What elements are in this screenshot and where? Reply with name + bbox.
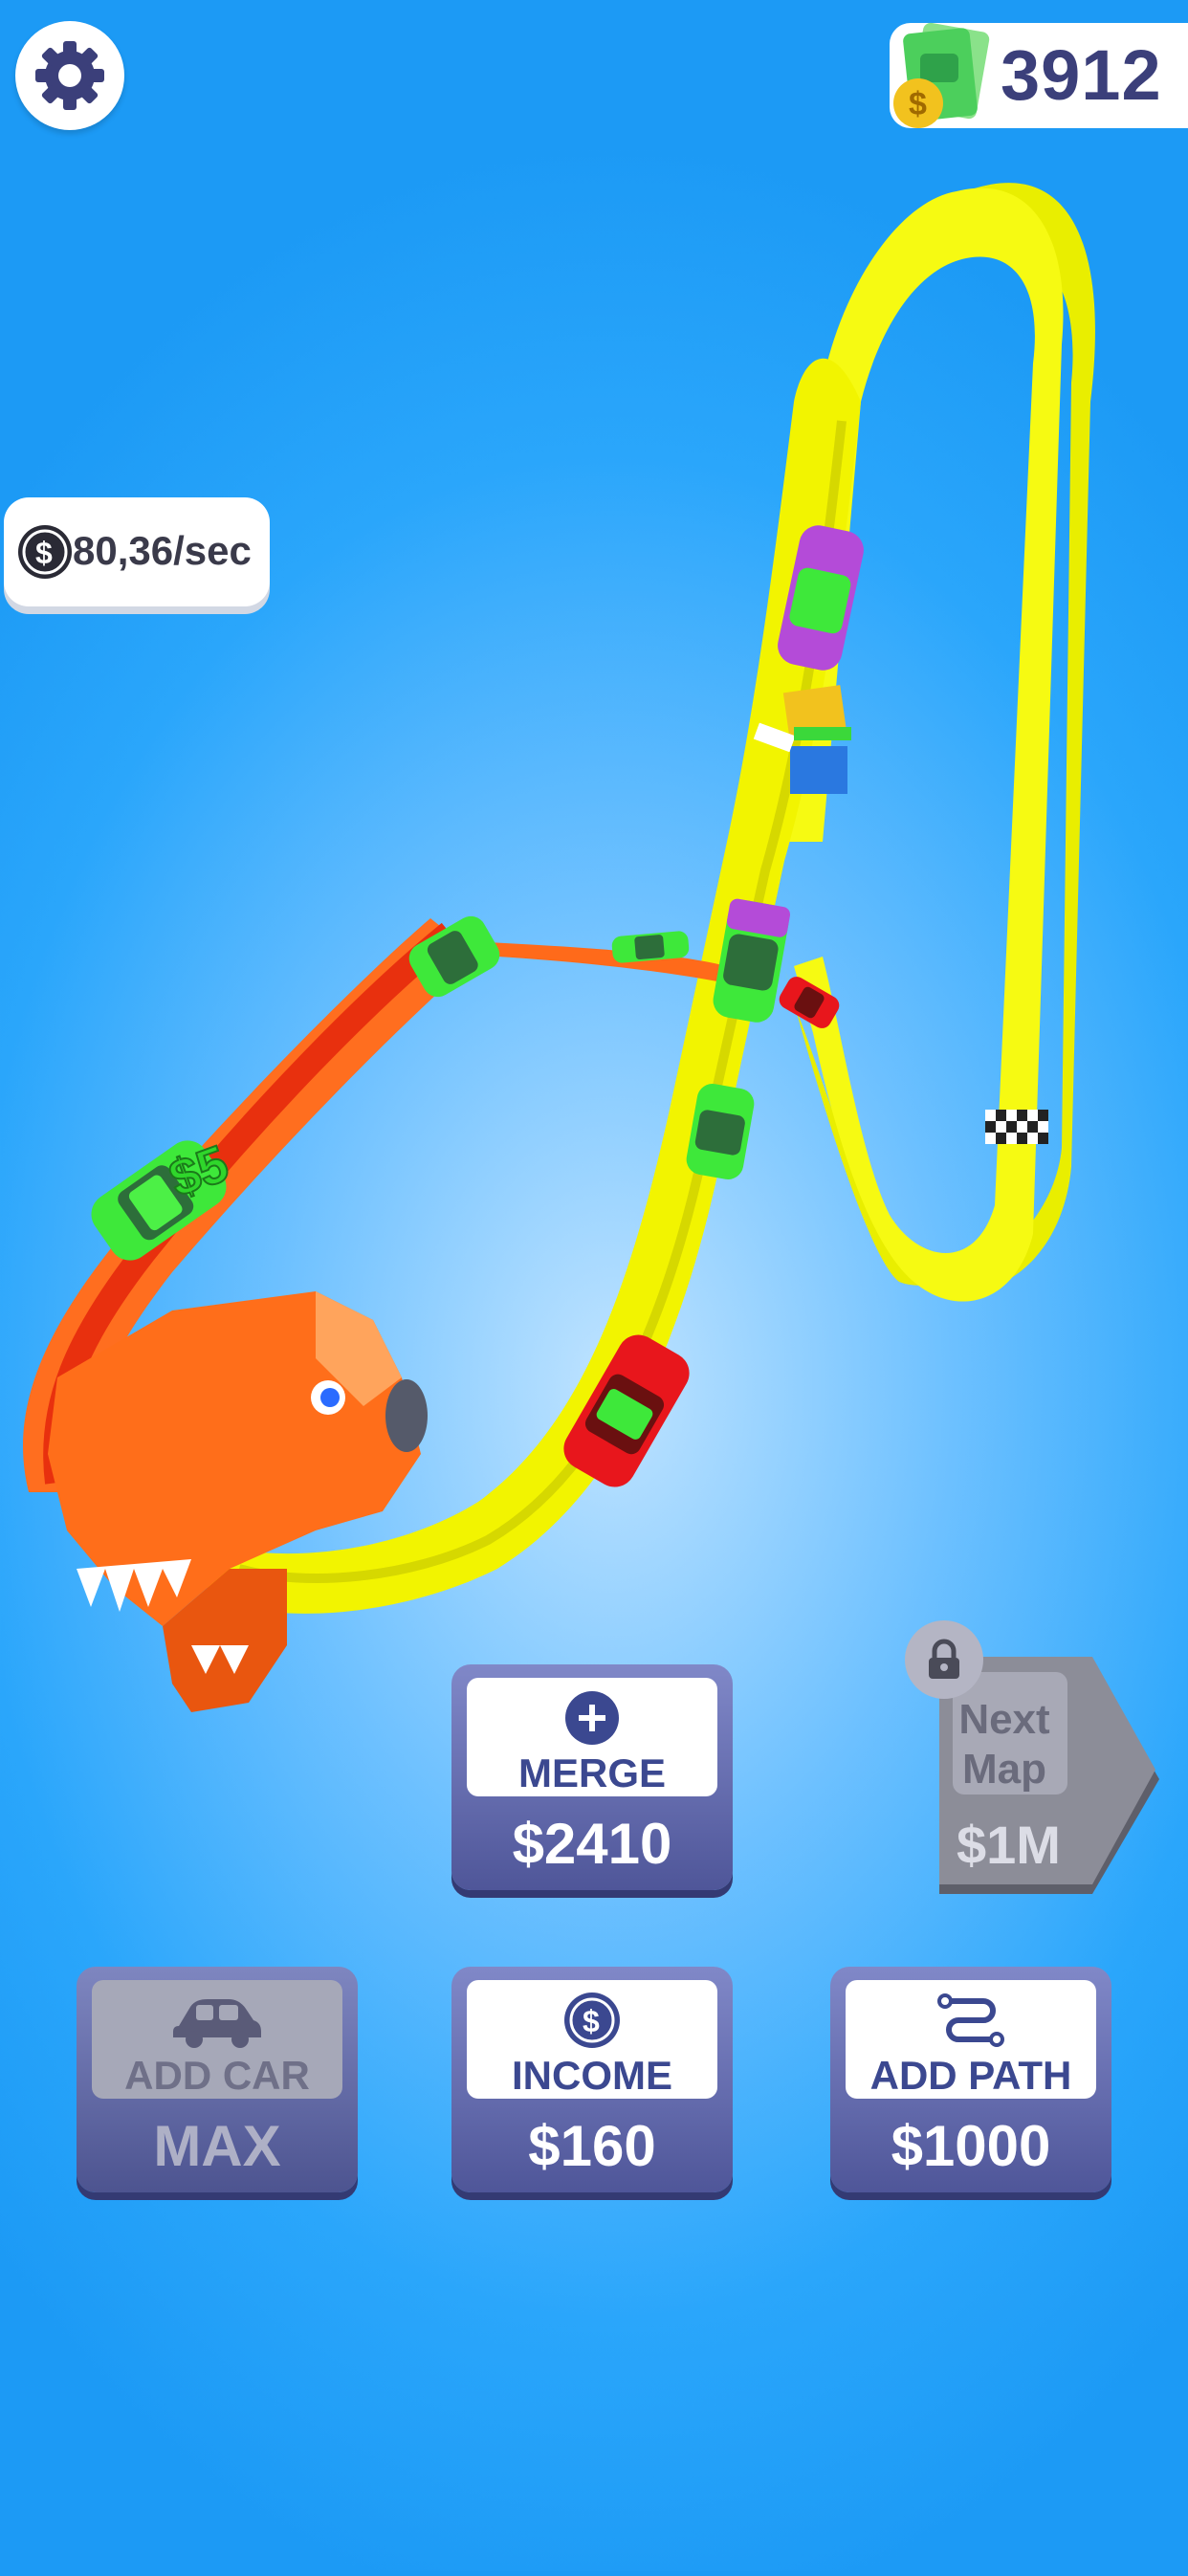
coin-icon: $ bbox=[18, 525, 72, 579]
add-path-button[interactable]: ADD PATH $1000 bbox=[830, 1967, 1111, 2192]
money-value: 3912 bbox=[1001, 35, 1162, 115]
cash-stack-icon: $ bbox=[893, 22, 990, 128]
income-label: INCOME bbox=[512, 2053, 672, 2098]
money-counter: $ 3912 bbox=[890, 22, 1188, 128]
add-car-button[interactable]: ADD CAR MAX bbox=[77, 1967, 358, 2192]
plus-icon bbox=[565, 1691, 619, 1745]
next-map-label: Next Map bbox=[958, 1696, 1050, 1793]
merge-button-face: MERGE bbox=[467, 1678, 717, 1796]
add-car-label: ADD CAR bbox=[124, 2053, 310, 2098]
gear-icon bbox=[35, 41, 104, 110]
game-scene: $5 $ 3912 $ 80,36/sec MERGE $2410 Next M… bbox=[0, 0, 1188, 2571]
lock-badge bbox=[905, 1620, 983, 1699]
svg-text:$: $ bbox=[909, 86, 927, 122]
add-path-price: $1000 bbox=[891, 2114, 1051, 2178]
income-rate-text: 80,36/sec bbox=[73, 528, 252, 573]
add-car-price: MAX bbox=[153, 2114, 281, 2178]
income-button-face: $ INCOME bbox=[467, 1980, 717, 2099]
income-button[interactable]: $ INCOME $160 bbox=[451, 1967, 733, 2192]
add-path-button-face: ADD PATH bbox=[846, 1980, 1096, 2099]
path-icon bbox=[937, 1993, 1004, 2047]
lock-icon bbox=[929, 1639, 959, 1679]
add-car-button-face: ADD CAR bbox=[92, 1980, 342, 2099]
trex-head bbox=[48, 1291, 428, 1712]
merge-price: $2410 bbox=[512, 1812, 672, 1876]
add-path-label: ADD PATH bbox=[869, 2053, 1072, 2098]
merge-label: MERGE bbox=[517, 1750, 666, 1795]
coin-icon: $ bbox=[564, 1993, 620, 2048]
car-icon bbox=[173, 1999, 261, 2048]
income-rate-badge: $ 80,36/sec bbox=[4, 497, 270, 606]
income-price: $160 bbox=[528, 2114, 656, 2178]
checkered-flag-icon bbox=[985, 1110, 1048, 1144]
svg-text:$: $ bbox=[35, 536, 53, 570]
settings-button[interactable] bbox=[15, 21, 124, 130]
merge-button[interactable]: MERGE $2410 bbox=[451, 1664, 733, 1890]
next-map-price: $1M bbox=[957, 1815, 1061, 1875]
svg-text:$: $ bbox=[583, 2004, 600, 2038]
